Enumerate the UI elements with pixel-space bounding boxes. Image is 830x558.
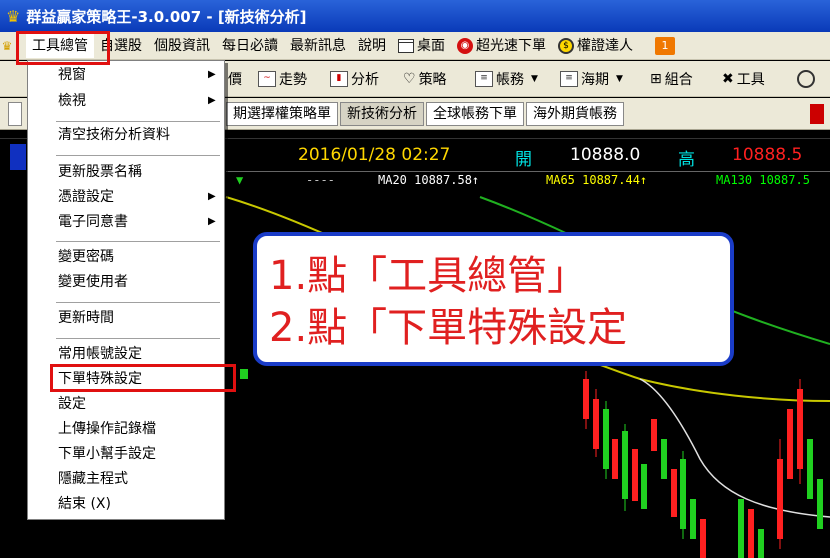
toolbar-strategy-button[interactable]: ♡ 策略 (403, 67, 447, 91)
fast-order-icon: ◉ (457, 37, 473, 54)
instruction-step-2: 2.點「下單特殊設定 (269, 305, 628, 351)
chart-open-label: 開 (515, 150, 532, 170)
menu-separator (56, 155, 220, 156)
dd-item-exit[interactable]: 結束 (X) (58, 493, 111, 515)
chart-datetime: 2016/01/28 02:27 (298, 145, 451, 165)
menu-fast-order[interactable]: ◉ 超光速下單 (451, 34, 552, 58)
menu-daily[interactable]: 每日必讀 (216, 34, 284, 58)
chart-high-label: 高 (678, 150, 695, 170)
ma65-readout: MA65 10887.44↑ (546, 173, 648, 187)
menu-stock-info[interactable]: 個股資訊 (148, 34, 216, 58)
chart-dashes: ---- (306, 173, 335, 187)
menu-separator (56, 338, 220, 339)
title-bar[interactable]: ♛ 群益贏家策略王-3.0.007 - [新技術分析] (0, 0, 830, 32)
toolbar-account-button[interactable]: ≡ 帳務 ▼ (475, 67, 538, 91)
tab-scroll-left[interactable] (8, 102, 22, 126)
instruction-step-1: 1.點「工具總管」 (269, 253, 588, 299)
menu-separator (56, 121, 220, 122)
dd-item-change-user[interactable]: 變更使用者 (58, 271, 128, 293)
chevron-down-icon: ▼ (531, 74, 538, 84)
dd-item-change-password[interactable]: 變更密碼 (58, 246, 114, 268)
dd-item-view[interactable]: 檢視 (58, 90, 86, 112)
submenu-arrow-icon: ▶ (208, 69, 216, 80)
menu-help[interactable]: 說明 (352, 34, 392, 58)
clock-icon (797, 70, 815, 88)
dd-item-upload-log[interactable]: 上傳操作記錄檔 (58, 418, 156, 440)
chart-open-value: 10888.0 (570, 145, 641, 165)
dd-item-update-time[interactable]: 更新時間 (58, 307, 114, 329)
warrant-icon: $ (558, 37, 574, 54)
notification-badge-icon: 1 (655, 36, 675, 55)
ma130-readout: MA130 10887.5 (716, 173, 810, 187)
desktop-icon (398, 38, 414, 53)
toolbar-combo-button[interactable]: ⊞ 組合 (650, 67, 693, 91)
wrench-icon: ✖ (722, 71, 734, 87)
toolbar-analysis-button[interactable]: ▮ 分析 (330, 67, 379, 91)
chart-trend-marker: ▼ (236, 173, 244, 187)
chart-high-value: 10888.5 (732, 145, 803, 165)
toolbar-overseas-futures-button[interactable]: ≡ 海期 ▼ (560, 67, 623, 91)
chevron-down-icon: ▼ (616, 74, 623, 84)
menu-badge[interactable]: 1 (649, 34, 681, 58)
submenu-arrow-icon: ▶ (208, 95, 216, 106)
window-tabs: 期選擇權策略單 新技術分析 全球帳務下單 海外期貨帳務 (226, 102, 624, 126)
menu-desktop[interactable]: 桌面 (392, 34, 451, 58)
toolbar-quote-button[interactable]: 價 (228, 67, 242, 91)
submenu-arrow-icon: ▶ (208, 216, 216, 227)
dd-item-certificate-settings[interactable]: 憑證設定 (58, 186, 114, 208)
red-marker (810, 104, 824, 124)
menu-warrant[interactable]: $ 權證達人 (552, 34, 639, 58)
tools-dropdown-menu: 視窗 ▶ 檢視 ▶ 清空技術分析資料 更新股票名稱 憑證設定 ▶ 電子同意書 ▶… (27, 60, 225, 520)
dd-item-common-account-settings[interactable]: 常用帳號設定 (58, 343, 142, 365)
tab-overseas-futures[interactable]: 海外期貨帳務 (526, 102, 624, 126)
candles (240, 369, 823, 558)
menu-bar: ♛ 工具總管 自選股 個股資訊 每日必讀 最新訊息 說明 桌面 ◉ 超光速下單 $… (0, 32, 830, 60)
toolbar-clock-button[interactable] (797, 67, 815, 91)
dd-item-update-stock-names[interactable]: 更新股票名稱 (58, 161, 142, 183)
tab-options-strategy[interactable]: 期選擇權策略單 (226, 102, 338, 126)
tab-technical-analysis[interactable]: 新技術分析 (340, 102, 424, 126)
menu-grip-icon: ♛ (1, 38, 13, 53)
menu-separator (56, 302, 220, 303)
toolbar-trend-button[interactable]: ~ 走勢 (258, 67, 307, 91)
bulb-icon: ♡ (403, 71, 416, 87)
dd-item-order-helper-settings[interactable]: 下單小幫手設定 (58, 443, 156, 465)
crown-icon: ♛ (6, 6, 21, 26)
chart-header-divider (226, 171, 830, 172)
highlight-order-special-settings (50, 364, 236, 392)
submenu-arrow-icon: ▶ (208, 191, 216, 202)
dd-item-clear-analysis-data[interactable]: 清空技術分析資料 (58, 124, 170, 146)
dd-item-e-consent[interactable]: 電子同意書 (58, 211, 128, 233)
analysis-icon: ▮ (330, 71, 348, 87)
ma20-readout: MA20 10887.58↑ (378, 173, 480, 187)
account-icon: ≡ (475, 71, 493, 87)
chart-corner-marker (10, 144, 26, 170)
highlight-tools-menu (16, 31, 110, 65)
toolbar-tools-button[interactable]: ✖ 工具 (722, 67, 765, 91)
dd-item-hide-main-program[interactable]: 隱藏主程式 (58, 468, 128, 490)
combo-icon: ⊞ (650, 71, 662, 87)
app-window: ♛ 群益贏家策略王-3.0.007 - [新技術分析] ♛ 工具總管 自選股 個… (0, 0, 830, 558)
instruction-callout: 1.點「工具總管」 2.點「下單特殊設定 (253, 232, 734, 366)
dd-item-window[interactable]: 視窗 (58, 64, 86, 86)
dd-item-settings[interactable]: 設定 (58, 393, 86, 415)
trend-icon: ~ (258, 71, 276, 87)
menu-news[interactable]: 最新訊息 (284, 34, 352, 58)
overseas-icon: ≡ (560, 71, 578, 87)
tab-global-account[interactable]: 全球帳務下單 (426, 102, 524, 126)
menu-separator (56, 241, 220, 242)
window-title: 群益贏家策略王-3.0.007 - [新技術分析] (26, 7, 307, 26)
